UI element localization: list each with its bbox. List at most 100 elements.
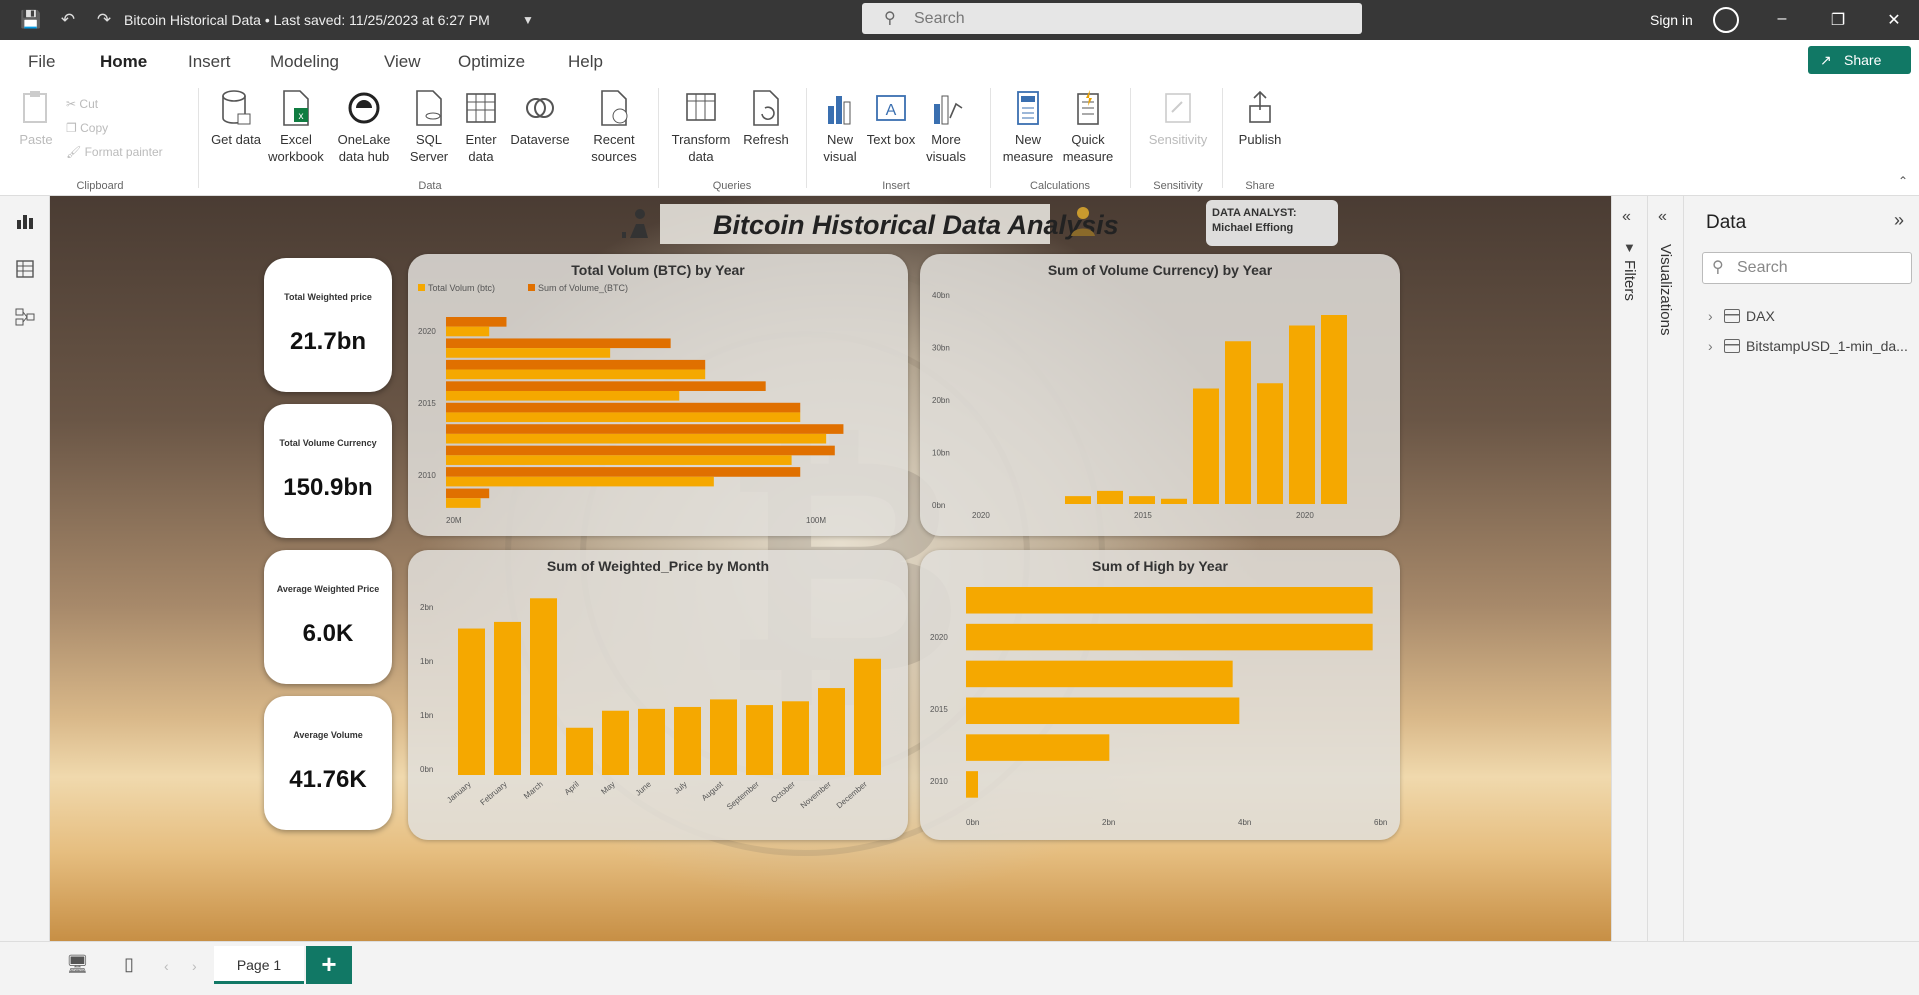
menu-view[interactable]: View: [384, 52, 421, 72]
chart-weighted-price-by-month[interactable]: Sum of Weighted_Price by Month 2bn 1bn 1bn…: [408, 550, 908, 840]
y-tick-label: 0bn: [932, 501, 945, 510]
redo-icon[interactable]: ↷: [94, 10, 114, 30]
group-clipboard-label: Clipboard: [76, 180, 124, 192]
collapse-ribbon-icon[interactable]: ⌃: [1898, 174, 1908, 188]
tree-item-bitstamp[interactable]: › BitstampUSD_1-min_da...: [1708, 338, 1908, 354]
search-input[interactable]: ⚲ Search: [862, 3, 1362, 34]
recent-sources-button[interactable]: Recent sources: [584, 88, 644, 165]
more-visuals-button[interactable]: More visuals: [916, 88, 976, 165]
next-page-icon[interactable]: ›: [192, 958, 197, 974]
x-tick-label: March: [522, 780, 545, 801]
restore-icon[interactable]: ❐: [1828, 10, 1848, 30]
menu-file[interactable]: File: [28, 52, 55, 72]
cut-button[interactable]: ✂ Cut: [66, 92, 163, 116]
x-tick-label: October: [769, 779, 797, 804]
desktop-view-icon[interactable]: 🖥: [66, 954, 89, 975]
previous-page-icon[interactable]: ‹: [164, 958, 169, 974]
kpi-card-average-volume[interactable]: Average Volume 41.76K: [264, 696, 392, 830]
share-button[interactable]: ↗ Share: [1808, 46, 1911, 74]
cut-icon: ✂: [66, 97, 77, 111]
bar: [966, 623, 1373, 651]
menu-help[interactable]: Help: [568, 52, 603, 72]
table-icon: [1724, 309, 1740, 323]
menu-insert[interactable]: Insert: [188, 52, 231, 72]
enter-data-button[interactable]: Enter data: [456, 88, 506, 165]
view-switcher-rail: [0, 196, 50, 941]
group-divider: [806, 88, 807, 188]
document-title[interactable]: Bitcoin Historical Data • Last saved: 11…: [124, 12, 490, 28]
report-canvas[interactable]: ₿ Bitcoin Historical Data Analysis DATA …: [50, 196, 1611, 941]
chart-high-by-year[interactable]: Sum of High by Year 2020 2015 2010 0bn 2bn 4b…: [920, 550, 1400, 840]
report-view-icon[interactable]: [14, 210, 36, 232]
kpi-card-average-weighted-price[interactable]: Average Weighted Price 6.0K: [264, 550, 392, 684]
excel-icon: x: [283, 90, 309, 126]
y-tick-label: 20bn: [932, 396, 950, 405]
dataverse-button[interactable]: Dataverse: [510, 88, 570, 148]
quick-measure-button[interactable]: Quick measure: [1058, 88, 1118, 165]
avatar-icon[interactable]: [1713, 7, 1739, 33]
text-box-button[interactable]: A Text box: [866, 88, 916, 148]
kpi-value: 41.76K: [289, 766, 367, 793]
close-icon[interactable]: ✕: [1884, 10, 1904, 30]
model-view-icon[interactable]: [14, 306, 36, 328]
onelake-button[interactable]: OneLake data hub: [334, 88, 394, 165]
sensitivity-button[interactable]: Sensitivity: [1146, 88, 1210, 148]
filters-pane-collapsed[interactable]: « ▼ Filters: [1611, 196, 1647, 941]
bar: [1193, 388, 1219, 504]
y-tick-label: 2015: [930, 705, 948, 714]
expand-filters-icon[interactable]: «: [1622, 208, 1631, 226]
chart-total-volume-btc-by-year[interactable]: Total Volum (BTC) by Year Total Volum (b…: [408, 254, 908, 536]
sign-in-link[interactable]: Sign in: [1650, 12, 1693, 28]
format-painter-icon: 🖌: [66, 145, 82, 159]
minimize-icon[interactable]: –: [1772, 10, 1792, 28]
page-tab-1[interactable]: Page 1: [214, 946, 304, 984]
expand-visualizations-icon[interactable]: «: [1658, 208, 1667, 226]
chart-plot: 40bn 30bn 20bn 10bn 0bn 2020 2015 2020: [932, 291, 1347, 520]
new-visual-button[interactable]: New visual: [814, 88, 866, 165]
legend-label: Total Volum (btc): [428, 283, 495, 293]
format-painter-button[interactable]: 🖌 Format painter: [66, 140, 163, 164]
bar: [446, 402, 801, 413]
menu-optimize[interactable]: Optimize: [458, 52, 525, 72]
get-data-button[interactable]: Get data: [206, 88, 266, 148]
transform-data-button[interactable]: Transform data: [668, 88, 734, 165]
analyst-name: Michael Effiong: [1212, 222, 1294, 234]
excel-workbook-button[interactable]: x Excel workbook: [266, 88, 326, 165]
bar: [446, 412, 801, 423]
bar: [446, 476, 714, 487]
publish-button[interactable]: Publish: [1230, 88, 1290, 148]
bar: [966, 697, 1240, 725]
refresh-button[interactable]: Refresh: [736, 88, 796, 148]
menu-home[interactable]: Home: [100, 52, 147, 72]
excel-workbook-label: Excel workbook: [268, 132, 324, 164]
chart-volume-currency-by-year[interactable]: Sum of Volume Currency) by Year 40bn 30bn…: [920, 254, 1400, 536]
mobile-view-icon[interactable]: ▯: [124, 954, 134, 975]
share-label: Share: [1844, 52, 1882, 68]
table-view-icon[interactable]: [14, 258, 36, 280]
visualizations-pane-collapsed[interactable]: « Visualizations: [1647, 196, 1683, 941]
y-tick-label: 1bn: [420, 657, 433, 666]
undo-icon[interactable]: ↶: [58, 10, 78, 30]
data-search-input[interactable]: ⚲ Search: [1702, 252, 1912, 284]
save-icon[interactable]: 💾: [20, 10, 41, 30]
sql-server-button[interactable]: SQL Server: [404, 88, 454, 165]
copy-button[interactable]: ❐ Copy: [66, 116, 163, 140]
analyst-label: DATA ANALYST:: [1212, 207, 1297, 219]
collapse-data-pane-icon[interactable]: »: [1894, 210, 1904, 231]
bar: [446, 467, 801, 477]
add-page-button[interactable]: +: [306, 946, 352, 984]
menu-modeling[interactable]: Modeling: [270, 52, 339, 72]
chevron-down-icon[interactable]: ▼: [518, 10, 538, 30]
x-tick-label: August: [700, 779, 725, 802]
tree-item-label: BitstampUSD_1-min_da...: [1746, 338, 1908, 354]
kpi-card-total-weighted-price[interactable]: Total Weighted price 21.7bn: [264, 258, 392, 392]
page-navigator: 🖥 ▯ ‹ › Page 1 +: [0, 941, 1919, 995]
refresh-label: Refresh: [743, 132, 789, 147]
tree-item-dax[interactable]: › DAX: [1708, 308, 1775, 324]
x-tick-label: November: [799, 779, 833, 810]
paste-button[interactable]: Paste: [6, 88, 66, 148]
group-insert-label: Insert: [882, 180, 910, 192]
kpi-card-total-volume-currency[interactable]: Total Volume Currency 150.9bn: [264, 404, 392, 538]
bar: [446, 424, 844, 434]
new-measure-button[interactable]: New measure: [998, 88, 1058, 165]
